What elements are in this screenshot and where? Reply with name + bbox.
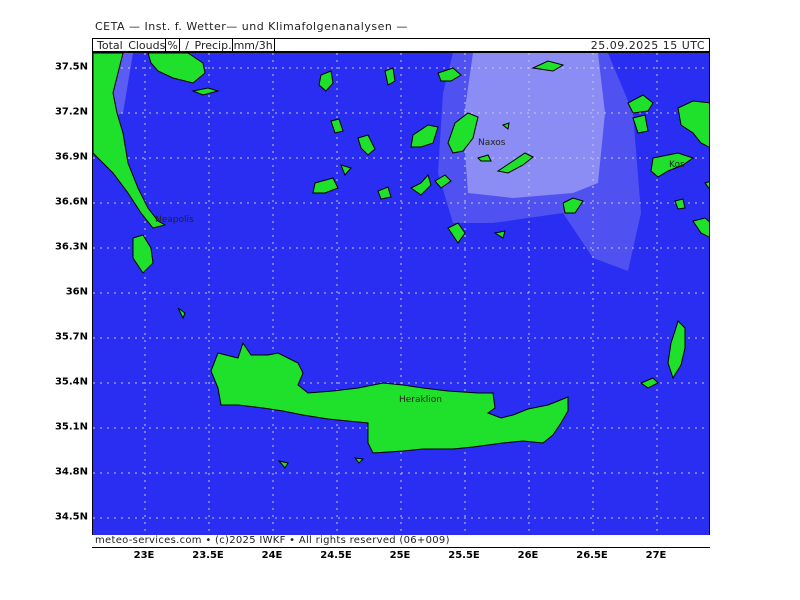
variable-label: Total_Clouds% _/_Precip. mm/3h xyxy=(97,38,275,53)
unit-clouds: % xyxy=(165,38,180,53)
chart-title: CETA — Inst. f. Wetter— und Klimafolgena… xyxy=(95,20,408,33)
lat-label-35-7: 35.7N xyxy=(54,331,88,343)
lon-label-23-5: 23.5E xyxy=(192,550,224,561)
lat-label-34-5: 34.5N xyxy=(54,511,88,523)
map-svg xyxy=(93,53,709,547)
unit-precip: mm/3h xyxy=(231,38,275,53)
map-area[interactable]: Naxos Neapolis Heraklion Kos xyxy=(92,52,710,548)
var-precip: _/_Precip. xyxy=(179,39,232,52)
lon-label-27: 27E xyxy=(645,550,667,561)
lat-label-35-1: 35.1N xyxy=(54,421,88,433)
lat-label-34-8: 34.8N xyxy=(54,466,88,478)
lon-label-25-5: 25.5E xyxy=(448,550,480,561)
var-clouds: Total_Clouds xyxy=(97,39,166,52)
subtitle-bar: Total_Clouds% _/_Precip. mm/3h 25.09.2025 … xyxy=(92,38,710,53)
cloud-area-inner xyxy=(463,53,605,198)
place-heraklion: Heraklion xyxy=(399,395,442,405)
lat-label-36-3: 36.3N xyxy=(54,241,88,253)
place-naxos: Naxos xyxy=(478,138,506,148)
lat-label-37-2: 37.2N xyxy=(54,106,88,118)
lon-label-23: 23E xyxy=(133,550,155,561)
lat-label-35-4: 35.4N xyxy=(54,376,88,388)
lat-label-36-6: 36.6N xyxy=(54,196,88,208)
lon-label-26: 26E xyxy=(517,550,539,561)
lon-label-24-5: 24.5E xyxy=(320,550,352,561)
copyright-footer: meteo-services.com • (c)2025 IWKF • All … xyxy=(92,535,710,547)
place-kos: Kos xyxy=(669,160,685,170)
lat-label-36-9: 36.9N xyxy=(54,151,88,163)
lon-label-24: 24E xyxy=(261,550,283,561)
lon-label-25: 25E xyxy=(389,550,411,561)
lat-label-36: 36N xyxy=(65,286,88,298)
lat-label-37-5: 37.5N xyxy=(54,61,88,73)
valid-time: 25.09.2025 15 UTC xyxy=(590,39,705,52)
place-neapolis: Neapolis xyxy=(155,215,194,225)
lon-label-26-5: 26.5E xyxy=(576,550,608,561)
